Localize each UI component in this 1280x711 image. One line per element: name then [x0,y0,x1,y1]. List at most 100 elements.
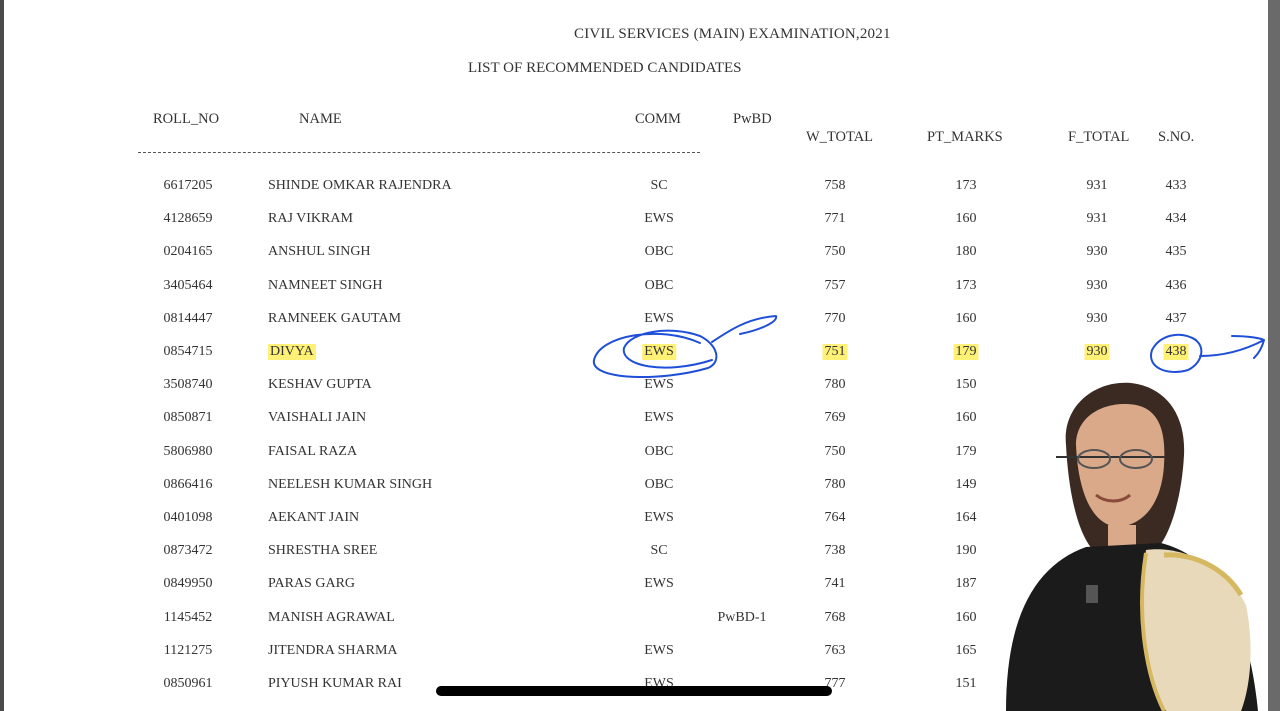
cell-w-total: 757 [824,277,846,293]
cell-name: NAMNEET SINGH [268,277,383,293]
cell-comm: EWS [644,642,674,658]
cell-sno: 433 [1165,178,1187,193]
cell-pt-marks: 173 [955,277,977,293]
table-row: 3405464 NAMNEET SINGH OBC 757 173 930 436 [4,278,1268,300]
cell-w-total: 780 [824,377,846,393]
header-roll-no: ROLL_NO [153,111,220,127]
cell-pwbd: PwBD-1 [717,609,767,625]
cell-f-total: 930 [1086,277,1108,293]
cell-comm: OBC [644,476,674,492]
cell-name: VAISHALI JAIN [268,410,367,426]
table-row: 0814447 RAMNEEK GAUTAM EWS 770 160 930 437 [4,311,1268,333]
cell-pt-marks: 160 [955,609,977,625]
cell-w-total: 771 [824,211,846,227]
cell-pt-marks: 190 [955,543,977,559]
header-f-total: F_TOTAL [1068,129,1130,145]
cell-pt-marks: 179 [955,443,977,459]
cell-w-total: 738 [824,543,846,559]
cell-roll-no: 1145452 [163,609,213,625]
cell-name: SHINDE OMKAR RAJENDRA [268,178,452,193]
cell-roll-no: 4128659 [163,211,213,227]
cell-roll-no: 0850961 [163,676,213,691]
header-divider [138,152,700,153]
table-row: 6617205 SHINDE OMKAR RAJENDRA SC 758 173 931 4… [4,178,1268,200]
cell-sno: 437 [1165,310,1187,326]
table-row: 0854715 DIVYA EWS 751 179 930 438 [4,344,1268,366]
cell-pt-marks: 150 [955,377,977,393]
cell-f-total: 930 [1086,310,1108,326]
cell-comm: SC [650,178,668,193]
cell-comm: EWS [642,344,676,360]
table-row: 4128659 RAJ VIKRAM EWS 771 160 931 434 [4,211,1268,233]
cell-comm: EWS [644,576,674,592]
home-indicator[interactable] [436,686,832,696]
cell-w-total: 758 [824,178,846,193]
cell-f-total: 930 [1084,344,1110,360]
cell-name: PARAS GARG [268,576,356,592]
cell-pt-marks: 165 [955,642,977,658]
cell-comm: EWS [644,310,674,326]
cell-name: NEELESH KUMAR SINGH [268,476,433,492]
cell-roll-no: 0854715 [163,344,213,359]
cell-roll-no: 5806980 [163,443,213,459]
document-title: CIVIL SERVICES (MAIN) EXAMINATION,2021 [574,26,891,42]
table-row: 0204165 ANSHUL SINGH OBC 750 180 930 435 [4,244,1268,266]
presenter-silhouette [996,375,1264,711]
cell-roll-no: 0850871 [163,410,213,426]
cell-w-total: 750 [824,244,846,260]
cell-w-total: 769 [824,410,846,426]
cell-comm: EWS [644,510,674,525]
cell-w-total: 768 [824,609,846,625]
cell-f-total: 931 [1086,178,1108,193]
cell-sno: 438 [1163,344,1189,360]
cell-roll-no: 0873472 [163,543,213,559]
cell-name: ANSHUL SINGH [268,244,371,260]
cell-roll-no: 3508740 [163,377,213,393]
cell-comm: EWS [644,211,674,227]
cell-sno: 435 [1165,244,1187,260]
cell-sno: 436 [1165,277,1187,293]
cell-pt-marks: 151 [955,676,977,691]
header-comm: COMM [635,111,681,127]
cell-name: PIYUSH KUMAR RAI [268,676,402,691]
cell-w-total: 764 [824,510,846,525]
cell-name: JITENDRA SHARMA [268,642,398,658]
cell-name: DIVYA [268,344,316,360]
cell-w-total: 770 [824,310,846,326]
cell-name: RAMNEEK GAUTAM [268,310,402,326]
cell-name: FAISAL RAZA [268,443,358,459]
cell-comm: OBC [644,244,674,260]
cell-pt-marks: 180 [955,244,977,260]
cell-roll-no: 0204165 [163,244,213,260]
cell-name: RAJ VIKRAM [268,211,353,227]
cell-roll-no: 0401098 [163,510,213,525]
header-w-total: W_TOTAL [806,129,874,145]
cell-roll-no: 0814447 [163,310,213,326]
cell-sno: 434 [1165,211,1187,227]
cell-roll-no: 0849950 [163,576,213,592]
cell-w-total: 741 [824,576,846,592]
document-subtitle: LIST OF RECOMMENDED CANDIDATES [468,60,742,76]
cell-pt-marks: 160 [955,211,977,227]
cell-f-total: 930 [1086,244,1108,260]
cell-w-total: 751 [822,344,848,360]
cell-comm: EWS [644,377,674,393]
cell-comm: SC [650,543,668,559]
cell-roll-no: 3405464 [163,277,213,293]
header-name: NAME [299,111,342,127]
cell-comm: OBC [644,277,674,293]
cell-pt-marks: 160 [955,410,977,426]
header-sno: S.NO. [1158,129,1195,145]
cell-pt-marks: 160 [955,310,977,326]
cell-pt-marks: 179 [953,344,979,360]
viewer-scrollbar[interactable] [1268,0,1280,711]
cell-name: SHRESTHA SREE [268,543,378,559]
cell-roll-no: 1121275 [163,642,213,658]
cell-pt-marks: 173 [955,178,977,193]
header-pt-marks: PT_MARKS [927,129,1003,145]
cell-name: AEKANT JAIN [268,510,360,525]
cell-pt-marks: 187 [955,576,977,592]
cell-name: KESHAV GUPTA [268,377,372,393]
cell-f-total: 931 [1086,211,1108,227]
presenter-video-overlay [996,375,1264,711]
